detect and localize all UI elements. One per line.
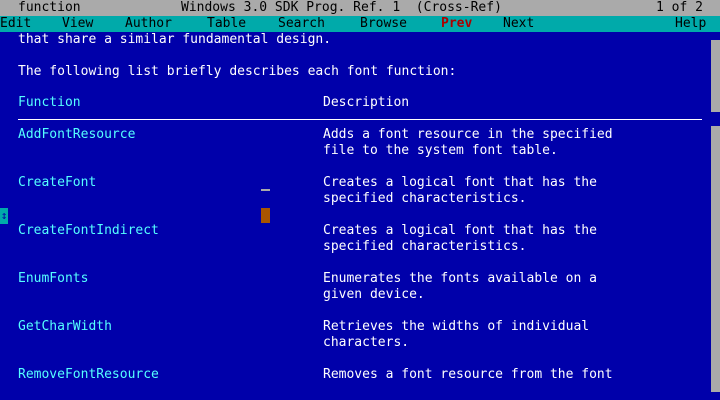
- description-line: file to the system font table.: [323, 143, 558, 158]
- scroll-up-arrow-icon[interactable]: [711, 32, 720, 40]
- function-link-addfontresource[interactable]: AddFontResource: [18, 127, 135, 143]
- scroll-thumb[interactable]: [711, 112, 720, 126]
- function-link-createfontindirect[interactable]: CreateFontIndirect: [18, 223, 159, 239]
- description-line: Retrieves the widths of individual: [323, 319, 590, 334]
- description-line: Removes a font resource from the font: [323, 367, 613, 382]
- menu-author[interactable]: Author: [125, 16, 172, 32]
- menu-view[interactable]: View: [62, 16, 93, 32]
- intro-line: that share a similar fundamental design.: [18, 32, 332, 47]
- header-divider: [18, 119, 702, 120]
- menu-search[interactable]: Search: [278, 16, 325, 32]
- description-line: Enumerates the fonts available on a: [323, 271, 597, 286]
- title-bar: function Windows 3.0 SDK Prog. Ref. 1 (C…: [0, 0, 720, 16]
- menu-browse[interactable]: Browse: [360, 16, 407, 32]
- description-line: Adds a font resource in the specified: [323, 127, 613, 142]
- topic-title: function: [18, 0, 81, 15]
- vertical-scrollbar[interactable]: [711, 32, 720, 400]
- menu-bar: Edit View Author Table Search Browse Pre…: [0, 16, 720, 32]
- menu-prev[interactable]: Prev: [441, 16, 472, 32]
- help-content: that share a similar fundamental design.…: [0, 32, 711, 400]
- document-title: Windows 3.0 SDK Prog. Ref. 1 (Cross-Ref): [181, 0, 502, 15]
- text-cursor-marker: [261, 189, 270, 191]
- description-line: specified characteristics.: [323, 191, 527, 206]
- description-line: Creates a logical font that has the: [323, 223, 597, 238]
- menu-next[interactable]: Next: [503, 16, 534, 32]
- column-header-function: Function: [18, 95, 81, 110]
- function-link-removefontresource[interactable]: RemoveFontResource: [18, 367, 159, 383]
- function-link-getcharwidth[interactable]: GetCharWidth: [18, 319, 112, 335]
- description-line: given device.: [323, 287, 425, 302]
- menu-help[interactable]: Help: [675, 16, 706, 32]
- description-line: Creates a logical font that has the: [323, 175, 597, 190]
- mouse-cursor-block: [261, 208, 270, 223]
- description-line: specified characteristics.: [323, 239, 527, 254]
- list-intro: The following list briefly describes eac…: [18, 64, 457, 79]
- scroll-position-marker-icon[interactable]: ↕: [0, 208, 8, 224]
- function-link-createfont[interactable]: CreateFont: [18, 175, 96, 191]
- menu-edit[interactable]: Edit: [0, 16, 31, 32]
- column-header-description: Description: [323, 95, 410, 110]
- function-link-enumfonts[interactable]: EnumFonts: [18, 271, 88, 287]
- scroll-down-arrow-icon[interactable]: [711, 392, 720, 400]
- page-indicator: 1 of 2: [656, 0, 703, 15]
- menu-table[interactable]: Table: [207, 16, 246, 32]
- description-line: characters.: [323, 335, 410, 350]
